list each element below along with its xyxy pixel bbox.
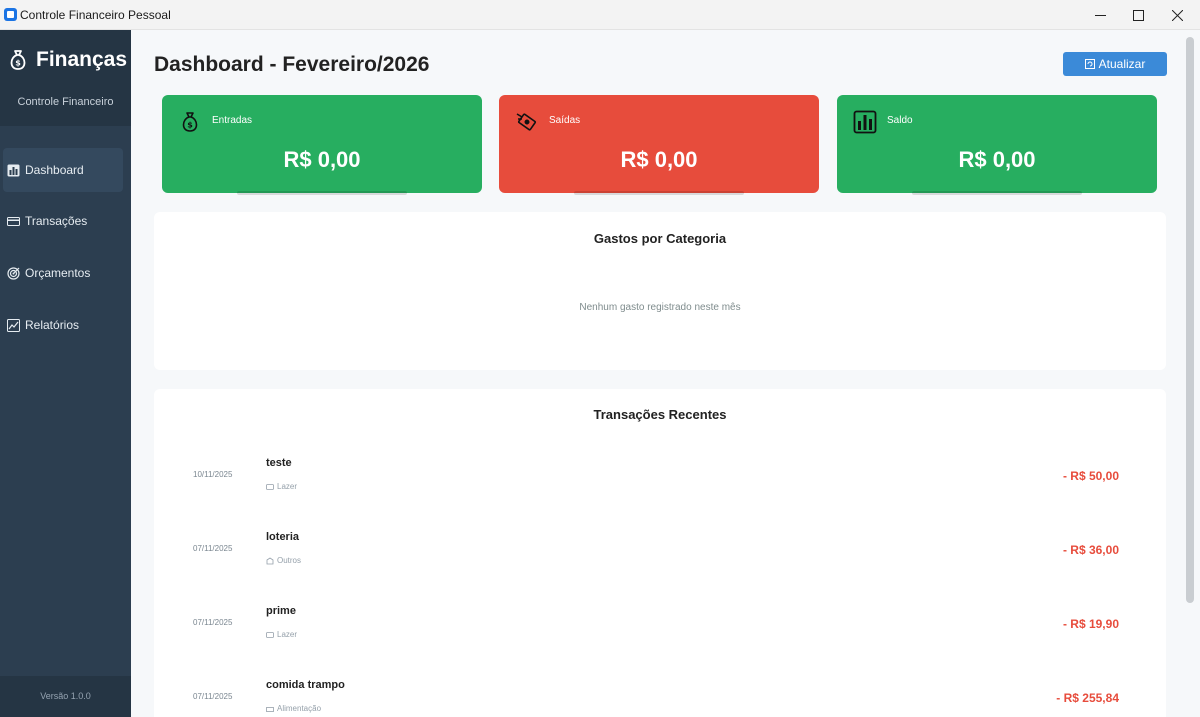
category-icon <box>266 706 274 712</box>
transaction-date: 07/11/2025 <box>193 544 233 553</box>
transaction-name: comida trampo <box>266 679 345 691</box>
expenses-value: R$ 0,00 <box>620 147 698 172</box>
balance-card: Saldo R$ 0,00 <box>837 95 1157 195</box>
scrollbar[interactable] <box>1185 30 1200 717</box>
line-chart-icon <box>7 318 20 332</box>
balance-value: R$ 0,00 <box>958 147 1036 172</box>
transaction-category: Lazer <box>266 482 297 491</box>
transaction-row[interactable]: 07/11/2025 comida trampo Alimentação - R… <box>154 671 1166 717</box>
bar-chart-icon <box>853 110 877 134</box>
sidebar-item-dashboard[interactable]: Dashboard <box>3 148 123 192</box>
main-content: Dashboard - Fevereiro/2026 Atualizar $ E… <box>131 30 1185 717</box>
credit-card-icon <box>7 216 20 226</box>
transaction-category: Lazer <box>266 630 297 639</box>
window-title: Controle Financeiro Pessoal <box>20 8 171 22</box>
transaction-name: loteria <box>266 531 300 543</box>
category-icon <box>266 631 274 638</box>
sidebar-header: $ Finanças Controle Financeiro <box>0 30 131 126</box>
transaction-category: Alimentação <box>266 704 321 713</box>
category-label: Lazer <box>277 630 298 639</box>
category-icon <box>266 557 274 564</box>
money-bag-icon: $ <box>178 110 202 134</box>
transaction-category: Outros <box>266 556 301 565</box>
transaction-amount: - R$ 36,00 <box>1062 543 1119 557</box>
income-value: R$ 0,00 <box>283 147 361 172</box>
sidebar-item-label: Orçamentos <box>25 266 91 280</box>
transaction-date: 07/11/2025 <box>193 692 233 701</box>
money-bag-icon: $ <box>6 48 30 72</box>
svg-text:$: $ <box>187 121 193 130</box>
money-with-wings-icon <box>515 110 539 134</box>
maximize-icon <box>1132 9 1144 21</box>
app-icon <box>4 8 17 21</box>
transaction-amount: - R$ 255,84 <box>1056 691 1119 705</box>
card-shadow <box>912 191 1082 195</box>
brand: $ Finanças <box>6 48 127 72</box>
category-label: Outros <box>277 556 302 565</box>
category-icon <box>266 483 274 490</box>
income-card: $ Entradas R$ 0,00 <box>162 95 482 195</box>
empty-message: Nenhum gasto registrado neste mês <box>579 302 741 313</box>
minimize-icon <box>1094 14 1106 16</box>
close-button[interactable] <box>1154 0 1200 30</box>
sidebar-item-label: Transações <box>25 214 88 228</box>
transaction-row[interactable]: 10/11/2025 teste Lazer - R$ 50,00 <box>154 449 1166 509</box>
version-label: Versão 1.0.0 <box>0 676 131 717</box>
sidebar-item-transacoes[interactable]: Transações <box>3 199 123 243</box>
sidebar: $ Finanças Controle Financeiro Dashboard… <box>0 30 131 717</box>
sidebar-item-orcamentos[interactable]: Orçamentos <box>3 251 123 295</box>
target-icon <box>7 266 20 280</box>
transaction-row[interactable]: 07/11/2025 loteria Outros - R$ 36,00 <box>154 523 1166 583</box>
svg-text:$: $ <box>15 59 21 68</box>
transaction-amount: - R$ 19,90 <box>1062 617 1119 631</box>
transaction-row[interactable]: 07/11/2025 prime Lazer - R$ 19,90 <box>154 597 1166 657</box>
balance-label: Saldo <box>887 115 913 126</box>
bar-chart-icon <box>7 164 20 176</box>
income-label: Entradas <box>212 115 253 126</box>
window-titlebar: Controle Financeiro Pessoal <box>0 0 1200 30</box>
brand-subtitle: Controle Financeiro <box>17 96 114 108</box>
expenses-label: Saídas <box>549 115 581 126</box>
page-title: Dashboard - Fevereiro/2026 <box>154 53 430 76</box>
transaction-date: 10/11/2025 <box>193 470 233 479</box>
transactions-panel: Transações Recentes 10/11/2025 teste Laz… <box>154 389 1166 717</box>
sidebar-item-relatorios[interactable]: Relatórios <box>3 303 123 347</box>
transaction-date: 07/11/2025 <box>193 618 233 627</box>
transactions-panel-title: Transações Recentes <box>593 407 727 422</box>
scrollbar-thumb[interactable] <box>1186 37 1194 603</box>
category-label: Lazer <box>277 482 298 491</box>
refresh-icon <box>1084 59 1095 69</box>
sidebar-item-label: Dashboard <box>25 163 84 177</box>
category-label: Alimentação <box>277 704 322 713</box>
transaction-amount: - R$ 50,00 <box>1062 469 1119 483</box>
card-shadow <box>574 191 744 195</box>
transaction-name: prime <box>266 605 296 617</box>
refresh-label: Atualizar <box>1098 57 1146 71</box>
sidebar-item-label: Relatórios <box>25 318 80 332</box>
card-shadow <box>237 191 407 195</box>
brand-name: Finanças <box>36 48 128 71</box>
category-panel-title: Gastos por Categoria <box>593 231 727 246</box>
category-panel: Gastos por Categoria Nenhum gasto regist… <box>154 212 1166 370</box>
close-icon <box>1171 9 1183 21</box>
refresh-button[interactable]: Atualizar <box>1063 52 1167 76</box>
transaction-name: teste <box>266 457 292 469</box>
expenses-card: Saídas R$ 0,00 <box>499 95 819 195</box>
